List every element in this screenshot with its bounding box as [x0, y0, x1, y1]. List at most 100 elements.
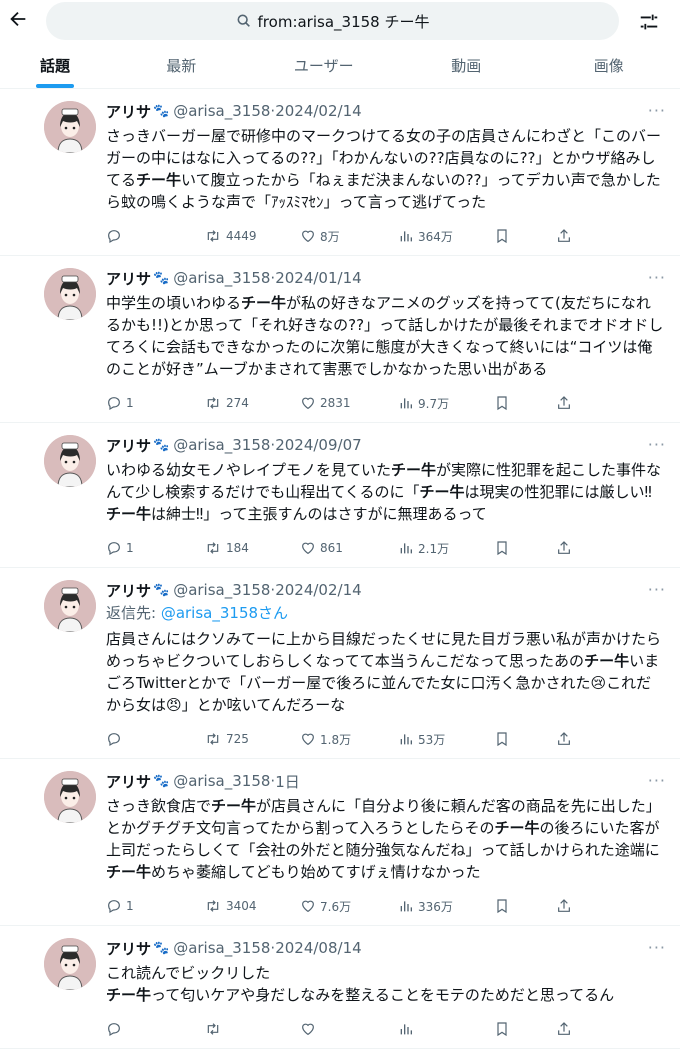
retweet-button[interactable]: 274: [204, 395, 300, 411]
avatar[interactable]: [44, 101, 96, 153]
bookmark-icon: [494, 898, 514, 914]
tweet-date[interactable]: 2024/01/14: [275, 269, 361, 287]
bookmark-button[interactable]: [494, 1021, 556, 1037]
tweet-date[interactable]: 2024/02/14: [275, 581, 361, 599]
user-handle[interactable]: @arisa_3158: [173, 939, 270, 957]
top-bar: from:arisa_3158 チー牛: [0, 0, 680, 44]
reply-to-link[interactable]: @arisa_3158さん: [161, 604, 288, 622]
like-button[interactable]: 7.6万: [300, 898, 398, 915]
share-button[interactable]: [556, 1021, 576, 1037]
tab-users[interactable]: ユーザー: [253, 44, 396, 88]
avatar[interactable]: [44, 938, 96, 990]
tweet-card[interactable]: アリサ 🐾 @arisa_3158 · 2024/02/14 ··· さっきバー…: [0, 89, 680, 256]
tweet-date[interactable]: 1日: [275, 771, 300, 792]
reply-button[interactable]: [106, 731, 204, 747]
tab-videos[interactable]: 動画: [395, 44, 538, 88]
retweet-button[interactable]: 3404: [204, 898, 300, 914]
views-icon: [398, 898, 418, 914]
tweet-card[interactable]: アリサ 🐾 @arisa_3158 · 2024/09/07 ··· いわゆる幼…: [0, 423, 680, 568]
reply-button[interactable]: [106, 1021, 204, 1037]
bookmark-icon: [494, 395, 514, 411]
more-options-icon[interactable]: ···: [648, 268, 666, 287]
user-handle[interactable]: @arisa_3158: [173, 269, 270, 287]
display-name[interactable]: アリサ: [106, 268, 151, 289]
tweet-card[interactable]: アリサ 🐾 @arisa_3158 · 2024/08/14 ··· これ読んで…: [0, 926, 680, 1049]
tweet-actions: 1 184 861 2.1万: [106, 529, 664, 567]
tweet-date[interactable]: 2024/02/14: [275, 102, 361, 120]
retweet-button[interactable]: 184: [204, 540, 300, 556]
share-button[interactable]: [556, 540, 576, 556]
display-name[interactable]: アリサ: [106, 435, 151, 456]
views-button[interactable]: [398, 1021, 494, 1037]
share-button[interactable]: [556, 228, 576, 244]
retweet-button[interactable]: [204, 1021, 300, 1037]
like-button[interactable]: 1.8万: [300, 731, 398, 748]
bookmark-button[interactable]: [494, 540, 556, 556]
share-button[interactable]: [556, 395, 576, 411]
tweet-text: さっき飲食店でチー牛が店員さんに「自分より後に頼んだ客の商品を先に出した」とかグ…: [106, 795, 664, 883]
retweet-button[interactable]: 4449: [204, 228, 300, 244]
more-options-icon[interactable]: ···: [648, 580, 666, 599]
tweet-date[interactable]: 2024/08/14: [275, 939, 361, 957]
reply-icon: [106, 731, 126, 747]
views-button[interactable]: 336万: [398, 898, 494, 915]
user-handle[interactable]: @arisa_3158: [173, 772, 270, 790]
reply-button[interactable]: 1: [106, 540, 204, 556]
share-button[interactable]: [556, 731, 576, 747]
tweet-text: 店員さんにはクソみてーに上から目線だったくせに見た目ガラ悪い私が声かけたらめっち…: [106, 628, 664, 716]
user-handle[interactable]: @arisa_3158: [173, 102, 270, 120]
display-name[interactable]: アリサ: [106, 771, 151, 792]
more-options-icon[interactable]: ···: [648, 101, 666, 120]
display-name[interactable]: アリサ: [106, 938, 151, 959]
display-name[interactable]: アリサ: [106, 580, 151, 601]
reply-button[interactable]: 1: [106, 898, 204, 914]
avatar[interactable]: [44, 435, 96, 487]
share-button[interactable]: [556, 898, 576, 914]
more-options-icon[interactable]: ···: [648, 771, 666, 790]
highlighted-term: チー牛: [420, 483, 465, 501]
tweet-date[interactable]: 2024/09/07: [275, 436, 361, 454]
reply-button[interactable]: [106, 228, 204, 244]
back-arrow-icon[interactable]: [6, 8, 30, 36]
like-button[interactable]: 8万: [300, 228, 398, 245]
tweet-actions: 1 274 2831 9.7万: [106, 384, 664, 422]
avatar[interactable]: [44, 771, 96, 823]
like-count: 1.8万: [320, 731, 351, 748]
tweet-text-segment: これ読んでビックリした: [106, 964, 270, 982]
more-options-icon[interactable]: ···: [648, 938, 666, 957]
tweet-actions: 1 3404 7.6万 336万: [106, 887, 664, 925]
avatar[interactable]: [44, 580, 96, 632]
bookmark-button[interactable]: [494, 228, 556, 244]
user-handle[interactable]: @arisa_3158: [173, 581, 270, 599]
views-button[interactable]: 364万: [398, 228, 494, 245]
views-button[interactable]: 53万: [398, 731, 494, 748]
search-settings-icon[interactable]: [638, 11, 660, 33]
like-button[interactable]: 861: [300, 540, 398, 556]
reply-icon: [106, 228, 126, 244]
like-button[interactable]: [300, 1021, 398, 1037]
retweet-button[interactable]: 725: [204, 731, 300, 747]
reply-button[interactable]: 1: [106, 395, 204, 411]
tweet-text: いわゆる幼女モノやレイプモノを見ていたチー牛が実際に性犯罪を起こした事件なんて少…: [106, 459, 664, 525]
views-button[interactable]: 2.1万: [398, 540, 494, 557]
highlighted-term: チー牛: [241, 294, 286, 312]
search-icon: [236, 13, 252, 29]
tab-images[interactable]: 画像: [538, 44, 680, 88]
bookmark-button[interactable]: [494, 395, 556, 411]
tweet-card[interactable]: アリサ 🐾 @arisa_3158 · 2024/01/14 ··· 中学生の頃…: [0, 256, 680, 423]
bookmark-button[interactable]: [494, 731, 556, 747]
tab-latest[interactable]: 最新: [110, 44, 253, 88]
tab-trending[interactable]: 話題: [0, 44, 110, 88]
like-button[interactable]: 2831: [300, 395, 398, 411]
user-handle[interactable]: @arisa_3158: [173, 436, 270, 454]
display-name[interactable]: アリサ: [106, 101, 151, 122]
tweet-card[interactable]: アリサ 🐾 @arisa_3158 · 1日 ··· さっき飲食店でチー牛が店員…: [0, 759, 680, 926]
more-options-icon[interactable]: ···: [648, 435, 666, 454]
views-icon: [398, 228, 418, 244]
search-input[interactable]: from:arisa_3158 チー牛: [46, 2, 619, 40]
share-icon: [556, 1021, 576, 1037]
avatar[interactable]: [44, 268, 96, 320]
views-button[interactable]: 9.7万: [398, 395, 494, 412]
tweet-card[interactable]: アリサ 🐾 @arisa_3158 · 2024/02/14 ··· 返信先: …: [0, 568, 680, 759]
bookmark-button[interactable]: [494, 898, 556, 914]
